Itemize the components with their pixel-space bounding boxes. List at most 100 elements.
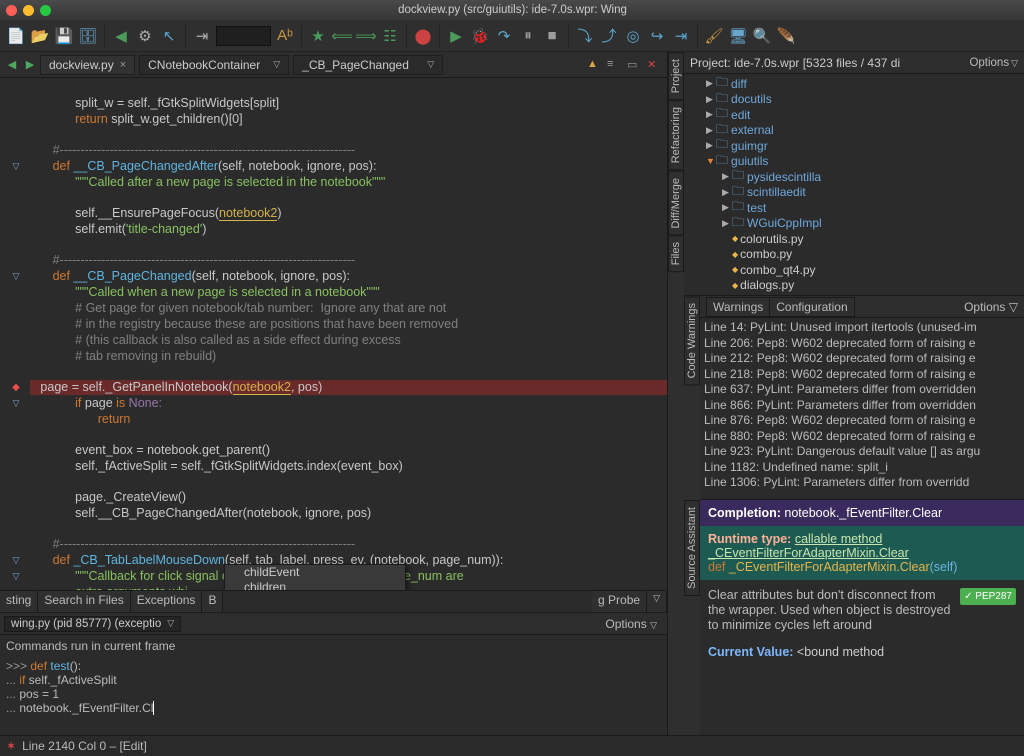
options-link[interactable]: Options ▽: [605, 617, 657, 631]
project-tree-item[interactable]: ◆combo.py: [684, 247, 1024, 263]
config-tab[interactable]: Configuration: [769, 297, 854, 317]
code-text: split_w = self._fGtkSplitWidgets[split]: [75, 96, 279, 110]
save-icon[interactable]: 💾: [54, 26, 74, 46]
bookmark-list-icon[interactable]: ☷: [380, 26, 400, 46]
nav-back-icon[interactable]: ◀: [4, 57, 20, 73]
stop-icon[interactable]: ■: [542, 26, 562, 46]
side-tab-source-assistant[interactable]: Source Assistant: [684, 500, 700, 596]
close-tab-icon[interactable]: ×: [120, 59, 126, 71]
run-icon[interactable]: ▶: [446, 26, 466, 46]
warning-item[interactable]: Line 212: Pep8: W602 deprecated form of …: [704, 351, 1020, 367]
side-tab-diff[interactable]: Diff/Merge: [668, 171, 684, 236]
nav-fwd-icon[interactable]: ▶: [22, 57, 38, 73]
project-tree-item[interactable]: ◆dialogs.py: [684, 278, 1024, 294]
settings-icon[interactable]: ⚙: [135, 26, 155, 46]
code-var: notebook2: [219, 206, 277, 221]
paint-icon[interactable]: 🖌: [704, 26, 724, 46]
side-tab-files[interactable]: Files: [668, 235, 684, 272]
project-tree[interactable]: ▶🗀diff▶🗀docutils▶🗀edit▶🗀external▶🗀guimgr…: [684, 74, 1024, 296]
bug-icon[interactable]: ✶: [6, 739, 16, 753]
warning-item[interactable]: Line 876: Pep8: W602 deprecated form of …: [704, 413, 1020, 429]
warnings-tab[interactable]: Warnings: [706, 297, 770, 317]
titlebar: dockview.py (src/guiutils): ide-7.0s.wpr…: [0, 0, 1024, 20]
warning-item[interactable]: Line 923: PyLint: Dangerous default valu…: [704, 444, 1020, 460]
spell-icon[interactable]: Aᵇ: [275, 26, 295, 46]
file-tab[interactable]: dockview.py ×: [40, 55, 135, 75]
debug-icon[interactable]: 🐞: [470, 26, 490, 46]
source-assistant-side-tab: Source Assistant: [684, 500, 700, 735]
autocomplete-item[interactable]: children: [225, 580, 405, 591]
pause-icon[interactable]: ⏸: [518, 26, 538, 46]
sa-def-args: (self): [930, 560, 958, 574]
close-all-icon[interactable]: ✕: [647, 58, 661, 72]
project-tree-item[interactable]: ▶🗀diff: [684, 76, 1024, 92]
list-icon[interactable]: ≡: [607, 58, 621, 72]
warn-icon[interactable]: ▲: [587, 58, 601, 72]
sa-cv-label: Current Value:: [708, 645, 793, 659]
project-tree-item[interactable]: ◆colorutils.py: [684, 231, 1024, 247]
save-all-icon[interactable]: 🗄: [78, 26, 98, 46]
step-into-icon[interactable]: ⤵: [575, 26, 595, 46]
continue-icon[interactable]: ⇥: [671, 26, 691, 46]
sa-runtime-label: Runtime type:: [708, 532, 791, 546]
warnings-options[interactable]: Options ▽: [964, 300, 1018, 314]
wing-icon[interactable]: 🪶: [776, 26, 796, 46]
bookmark-next-icon[interactable]: ⟹: [356, 26, 376, 46]
sa-current-value: Current Value: <bound method: [700, 641, 1024, 663]
warning-item[interactable]: Line 206: Pep8: W602 deprecated form of …: [704, 336, 1020, 352]
code-editor[interactable]: split_w = self._fGtkSplitWidgets[split] …: [0, 78, 667, 590]
code-text: page = self._GetPanelInNotebook(: [40, 380, 232, 394]
side-tab-code-warnings[interactable]: Code Warnings: [684, 296, 700, 385]
class-dropdown[interactable]: CNotebookContainer ▽: [139, 55, 289, 75]
project-tree-item[interactable]: ▶🗀WGuiCppImpl: [684, 216, 1024, 232]
pointer-icon[interactable]: ↖: [159, 26, 179, 46]
bottom-tab[interactable]: B: [202, 591, 223, 612]
project-tree-item[interactable]: ▶🗀guimgr: [684, 138, 1024, 154]
panel-icon[interactable]: ▭: [627, 58, 641, 72]
step-out-icon[interactable]: ⤴: [599, 26, 619, 46]
side-tab-refactoring[interactable]: Refactoring: [668, 100, 684, 170]
monitor-icon[interactable]: 🖥: [728, 26, 748, 46]
code-text: self._fActiveSplit = self._fGtkSplitWidg…: [75, 459, 403, 473]
warning-item[interactable]: Line 880: Pep8: W602 deprecated form of …: [704, 429, 1020, 445]
bookmark-add-icon[interactable]: ★: [308, 26, 328, 46]
bottom-tab[interactable]: sting: [0, 591, 38, 612]
new-file-icon[interactable]: 📄: [6, 26, 26, 46]
step-over-icon[interactable]: ↷: [494, 26, 514, 46]
project-tree-item[interactable]: ▶🗀docutils: [684, 92, 1024, 108]
warning-item[interactable]: Line 218: Pep8: W602 deprecated form of …: [704, 367, 1020, 383]
back-icon[interactable]: ◀: [111, 26, 131, 46]
debug-probe[interactable]: Commands run in current frame >>> def te…: [0, 635, 667, 735]
bottom-tab[interactable]: Exceptions: [131, 591, 203, 612]
warnings-list[interactable]: Line 14: PyLint: Unused import itertools…: [700, 318, 1024, 500]
code-docstring: """Called after a new page is selected i…: [75, 175, 385, 189]
warning-item[interactable]: Line 637: PyLint: Parameters differ from…: [704, 382, 1020, 398]
breakpoint-icon[interactable]: ⬤: [413, 26, 433, 46]
autocomplete-item[interactable]: childEvent: [225, 565, 405, 580]
autocomplete-popup[interactable]: childEventchildren●ClearconnectNotifycus…: [224, 564, 406, 590]
bottom-tab[interactable]: Search in Files: [38, 591, 130, 612]
editor-nav-bar: ◀ ▶ dockview.py × CNotebookContainer ▽ _…: [0, 52, 667, 78]
project-tree-item[interactable]: ◆combo_qt4.py: [684, 262, 1024, 278]
warning-item[interactable]: Line 14: PyLint: Unused import itertools…: [704, 320, 1020, 336]
goto-input[interactable]: [216, 26, 271, 46]
process-dropdown[interactable]: wing.py (pid 85777) (exceptio ▽: [4, 616, 181, 632]
project-tree-item[interactable]: ▶🗀external: [684, 123, 1024, 139]
bottom-tab-caret[interactable]: ▽: [647, 591, 667, 612]
project-tree-item[interactable]: ▶🗀edit: [684, 107, 1024, 123]
warning-item[interactable]: Line 1182: Undefined name: split_i: [704, 460, 1020, 476]
side-tab-project[interactable]: Project: [668, 52, 684, 100]
warning-item[interactable]: Line 866: PyLint: Parameters differ from…: [704, 398, 1020, 414]
bookmark-prev-icon[interactable]: ⟸: [332, 26, 352, 46]
code-text: , pos): [291, 380, 322, 394]
open-file-icon[interactable]: 📂: [30, 26, 50, 46]
bottom-tab[interactable]: g Probe: [592, 591, 647, 612]
goto-line-icon[interactable]: ⇥: [192, 26, 212, 46]
search-icon[interactable]: 🔍: [752, 26, 772, 46]
warning-item[interactable]: Line 1306: PyLint: Parameters differ fro…: [704, 475, 1020, 491]
target-icon[interactable]: ◎: [623, 26, 643, 46]
member-dropdown[interactable]: _CB_PageChanged ▽: [293, 55, 443, 75]
project-options[interactable]: Options▽: [969, 57, 1018, 69]
step-icon[interactable]: ↪: [647, 26, 667, 46]
sa-completion-value: notebook._fEventFilter.Clear: [781, 506, 942, 520]
